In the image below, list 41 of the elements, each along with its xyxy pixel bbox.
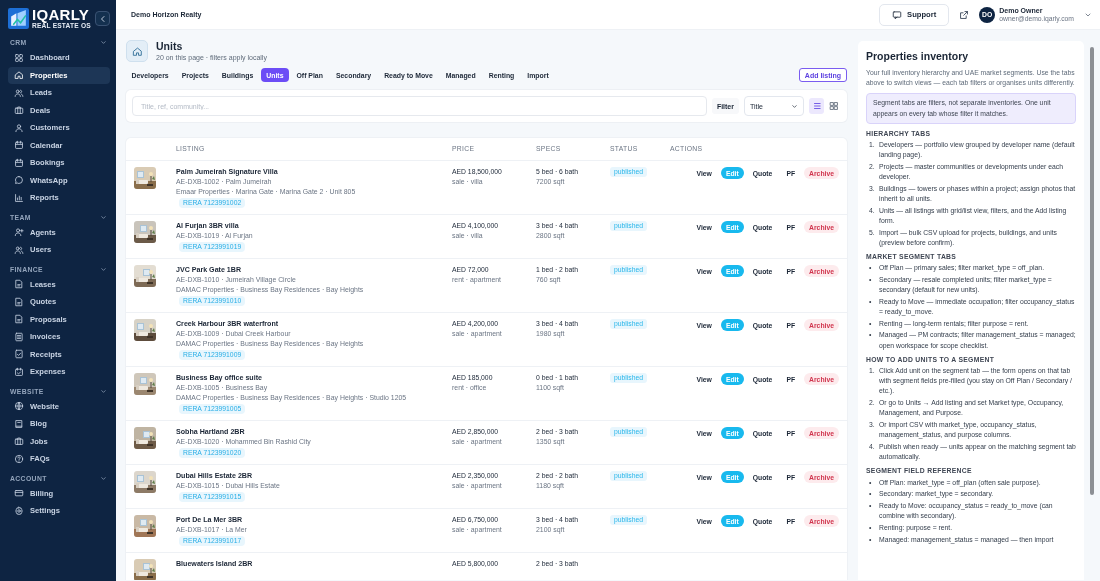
external-link-icon (959, 9, 970, 20)
home-icon (131, 45, 143, 57)
settings-icon (14, 505, 24, 516)
chevron-left-icon (98, 14, 107, 23)
credit-card-icon (14, 488, 24, 499)
logo-icon (8, 8, 29, 29)
calendar-icon (14, 157, 24, 168)
chevron-down-icon[interactable] (100, 387, 107, 395)
chevron-down-icon[interactable] (100, 474, 107, 482)
calendar-check-icon (14, 366, 24, 377)
briefcase-icon (14, 105, 24, 116)
calendar-icon (14, 140, 24, 151)
checked-document-icon (14, 349, 24, 360)
brand-name: IQARLY (32, 8, 91, 22)
document-icon (14, 279, 24, 290)
bar-chart-icon (14, 192, 24, 203)
document-icon (14, 314, 24, 325)
globe-icon (14, 401, 24, 412)
collapse-button[interactable] (95, 11, 110, 26)
help-icon (14, 453, 24, 464)
chevron-down-icon[interactable] (100, 213, 107, 221)
chevron-down-icon[interactable] (100, 265, 107, 273)
page-title: Units (156, 40, 184, 53)
panel-title: Properties inventory (866, 49, 970, 63)
briefcase-icon (14, 436, 24, 447)
chevron-down-icon[interactable] (100, 39, 107, 46)
document-icon (14, 296, 24, 307)
book-icon (14, 418, 24, 429)
view-toggle-button[interactable] (809, 98, 824, 114)
people-icon (14, 244, 24, 255)
grid-icon (14, 52, 24, 63)
add-person-icon (14, 227, 24, 238)
grid-view-icon (828, 101, 839, 111)
chevron-down-icon (791, 102, 798, 110)
home-icon (14, 70, 24, 81)
chat-icon (14, 175, 24, 186)
list-icon (14, 331, 24, 342)
people-icon (14, 87, 24, 98)
chat-icon (892, 9, 903, 20)
person-icon (14, 122, 24, 133)
list-view-icon (811, 101, 822, 111)
